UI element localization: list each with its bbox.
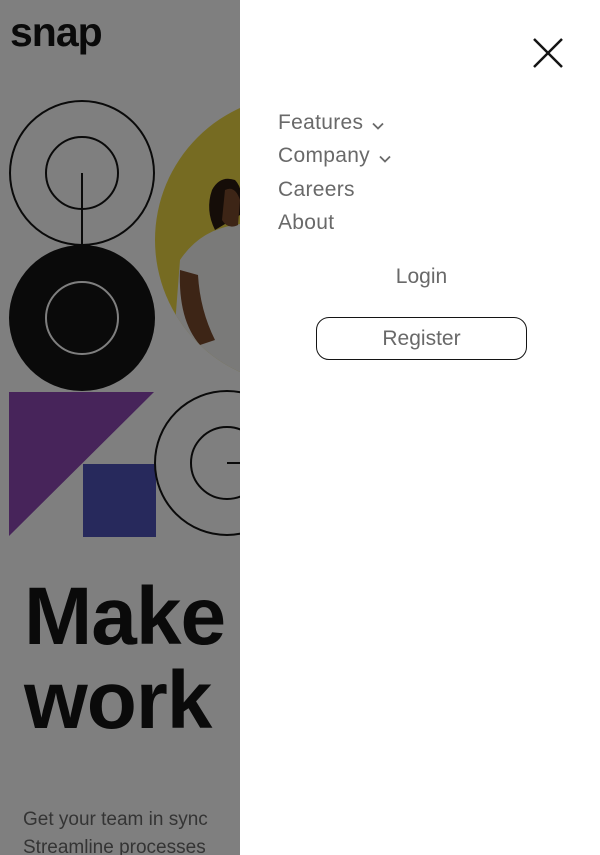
login-link[interactable]: Login [316,265,527,289]
page: snap [0,0,600,855]
nav-item-features[interactable]: Features [278,106,391,140]
close-menu-button[interactable] [530,35,566,71]
nav-item-label: Company [278,144,370,168]
nav-item-label: Features [278,110,364,134]
mobile-nav: Features Company Careers About [278,106,391,240]
register-button[interactable]: Register [316,317,527,360]
close-icon [533,38,563,68]
nav-item-about[interactable]: About [278,207,391,241]
nav-item-label: About [278,211,335,235]
chevron-down-icon [372,122,384,130]
nav-item-careers[interactable]: Careers [278,173,391,207]
nav-item-company[interactable]: Company [278,140,391,174]
nav-item-label: Careers [278,177,355,201]
chevron-down-icon [379,156,391,164]
